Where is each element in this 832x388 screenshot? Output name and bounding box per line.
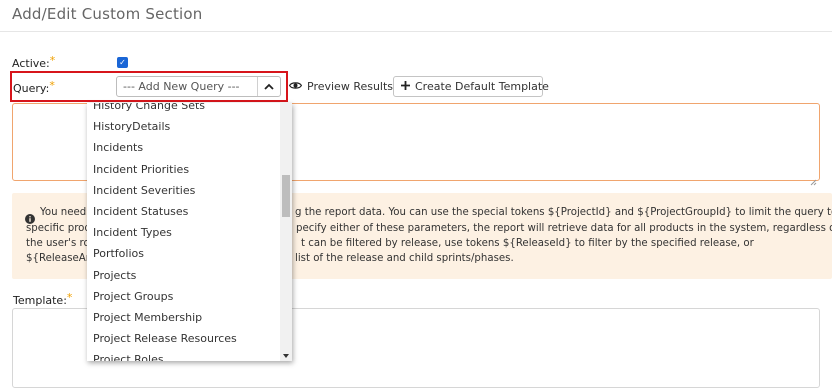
title-divider <box>0 31 832 32</box>
alert-line-1-end: g the report data. You can use the speci… <box>295 207 832 218</box>
plus-icon <box>401 80 410 93</box>
dropdown-option[interactable]: Incidents <box>87 137 279 158</box>
query-highlight-box <box>10 71 288 102</box>
query-dropdown-list[interactable]: History Change Sets HistoryDetails Incid… <box>87 103 292 361</box>
dropdown-option[interactable]: Portfolios <box>87 243 279 264</box>
template-label: Template:* <box>13 291 73 307</box>
dropdown-option[interactable]: Projects <box>87 265 279 286</box>
alert-line-1-start: You need <box>40 207 87 218</box>
create-default-template-button[interactable]: Create Default Template <box>393 76 549 97</box>
eye-icon <box>288 80 303 93</box>
dropdown-options: History Change Sets HistoryDetails Incid… <box>87 103 279 361</box>
create-default-template-label: Create Default Template <box>415 80 549 93</box>
alert-line-3-end: t can be filtered by release, use tokens… <box>301 238 754 249</box>
preview-results-label: Preview Results <box>307 80 394 93</box>
dropdown-option[interactable]: Project Release Resources <box>87 328 279 349</box>
page-title: Add/Edit Custom Section <box>12 5 203 23</box>
alert-line-4-end: list of the release and child sprints/ph… <box>295 253 514 264</box>
required-mark: * <box>49 54 56 67</box>
active-label: Active:* <box>12 54 56 70</box>
resize-handle-icon[interactable] <box>810 171 817 186</box>
active-checkbox[interactable]: ✓ <box>117 57 128 68</box>
dropdown-option[interactable]: Incident Priorities <box>87 159 279 180</box>
dropdown-option[interactable]: History Change Sets <box>87 103 279 116</box>
dropdown-option[interactable]: Incident Statuses <box>87 201 279 222</box>
alert-line-2-end: pecify either of these parameters, the r… <box>296 223 832 234</box>
scrollbar-thumb[interactable] <box>282 175 290 217</box>
alert-line-3-start: the user's ro <box>26 238 90 249</box>
scroll-down-arrow-icon[interactable] <box>283 354 289 358</box>
preview-results-button[interactable]: Preview Results <box>288 76 394 97</box>
alert-line-2-start: specific prod <box>26 223 91 234</box>
dropdown-option[interactable]: HistoryDetails <box>87 116 279 137</box>
required-mark: * <box>66 291 73 304</box>
dropdown-option[interactable]: Incident Severities <box>87 180 279 201</box>
dropdown-option[interactable]: Project Groups <box>87 286 279 307</box>
dropdown-scrollbar[interactable] <box>280 103 292 361</box>
template-label-text: Template: <box>13 294 67 307</box>
active-label-text: Active: <box>12 57 50 70</box>
dropdown-option[interactable]: Incident Types <box>87 222 279 243</box>
dropdown-option[interactable]: Project Membership <box>87 307 279 328</box>
dropdown-option[interactable]: Project Roles <box>87 349 279 361</box>
